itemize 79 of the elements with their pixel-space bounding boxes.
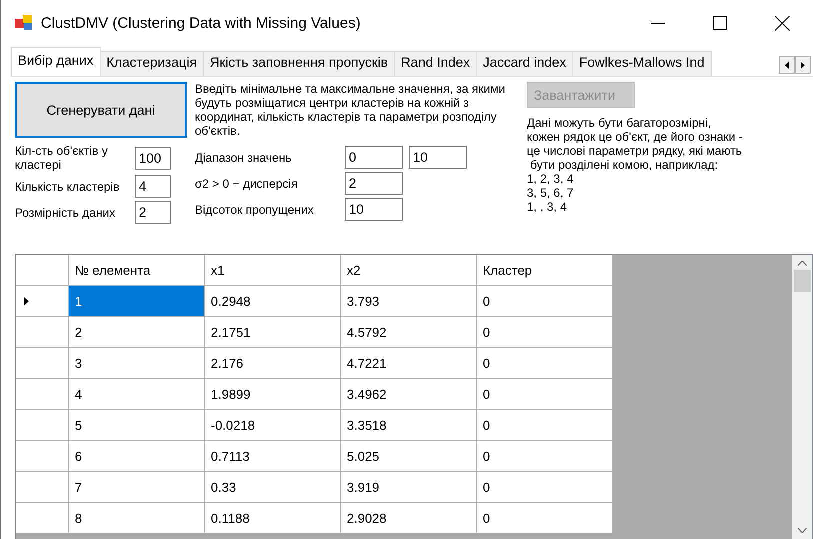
scroll-left-button[interactable] <box>779 56 795 74</box>
row-header[interactable] <box>16 441 69 472</box>
row-header[interactable] <box>16 286 69 317</box>
row-header[interactable] <box>16 503 69 534</box>
table-cell: 3.793 <box>341 286 477 317</box>
table-cell: 4.7221 <box>341 348 477 379</box>
table-cell: 0 <box>477 379 613 410</box>
table-cell: 2 <box>69 317 205 348</box>
tab[interactable]: Fowlkes-Mallows Ind <box>572 51 712 76</box>
corner-header <box>16 255 69 286</box>
field-label: Кіл-сть об'єктів у кластері <box>15 144 109 172</box>
instructions-text: Введіть мінімальне та максимальне значення, за якими будуть розміщатися центри кластерів на кожній з координат, кількість кластерів та параметри розподілу об'єктів. <box>195 82 506 138</box>
table-cell: 0 <box>477 410 613 441</box>
maximize-icon <box>713 16 727 30</box>
input-field[interactable]: 4 <box>135 175 171 198</box>
tab[interactable]: Вибір даних <box>11 47 101 76</box>
row-header[interactable] <box>16 472 69 503</box>
table-cell: 0.2948 <box>205 286 341 317</box>
close-icon <box>774 16 790 30</box>
column-header[interactable]: x2 <box>341 255 477 286</box>
field-label: σ2 > 0 − дисперсія <box>195 176 299 190</box>
row-header[interactable] <box>16 410 69 441</box>
row-pointer-icon <box>24 296 29 306</box>
input-field[interactable]: 100 <box>135 146 171 170</box>
table-cell: 1 <box>69 286 205 317</box>
table-cell: 8 <box>69 503 205 534</box>
table-cell: 0.33 <box>205 472 341 503</box>
column-header[interactable]: № елемента <box>69 255 205 286</box>
table-cell: 3.3518 <box>341 410 477 441</box>
field-label: Діапазон значень <box>195 150 293 164</box>
table-cell: 0 <box>477 286 613 317</box>
table-cell: 0 <box>477 317 613 348</box>
table-cell: -0.0218 <box>205 410 341 441</box>
vertical-scrollbar[interactable] <box>792 255 812 539</box>
table-cell: 5.025 <box>341 441 477 472</box>
table-cell: 0 <box>477 348 613 379</box>
input-field[interactable]: 10 <box>409 146 467 169</box>
tab[interactable]: Кластеризація <box>100 51 204 76</box>
scroll-right-button[interactable] <box>795 56 811 74</box>
table-cell: 3.919 <box>341 472 477 503</box>
table-cell: 2.9028 <box>341 503 477 534</box>
input-field[interactable]: 2 <box>345 172 403 195</box>
table-cell: 2.176 <box>205 348 341 379</box>
field-label: Відсоток пропущених <box>195 202 315 216</box>
tab[interactable]: Rand Index <box>394 51 478 76</box>
app-icon <box>15 15 33 31</box>
table-cell: 2.1751 <box>205 317 341 348</box>
table-cell: 3 <box>69 348 205 379</box>
table-cell: 4 <box>69 379 205 410</box>
table-cell: 3.4962 <box>341 379 477 410</box>
input-field[interactable]: 10 <box>345 198 403 221</box>
window-title: ClustDMV (Clustering Data with Missing Values) <box>41 14 362 32</box>
help-text: Дані можуть бути багаторозмірні, кожен рядок це об'єкт, де його ознаки - це числові параметри рядку, які мають бути розділені комою, наприклад: 1, 2, 3, 4 3, 5, 6, 7 1, , 3, 4 <box>527 116 743 214</box>
row-header[interactable] <box>16 379 69 410</box>
table-cell: 0 <box>477 472 613 503</box>
left-arrow-icon <box>785 62 789 68</box>
column-header[interactable]: x1 <box>205 255 341 286</box>
table-cell: 5 <box>69 410 205 441</box>
input-field[interactable]: 0 <box>345 146 403 169</box>
table-cell: 4.5792 <box>341 317 477 348</box>
tab[interactable]: Якість заповнення пропусків <box>203 51 396 76</box>
scroll-thumb[interactable] <box>794 270 810 292</box>
row-header[interactable] <box>16 317 69 348</box>
column-header[interactable]: Кластер <box>477 255 613 286</box>
row-header[interactable] <box>16 348 69 379</box>
table-cell: 0.7113 <box>205 441 341 472</box>
field-label: Кількість кластерів <box>15 180 121 194</box>
table-cell: 1.9899 <box>205 379 341 410</box>
table-cell: 6 <box>69 441 205 472</box>
table-cell: 0 <box>477 441 613 472</box>
field-label: Розмірність даних <box>15 206 116 220</box>
tab[interactable]: Jaccard index <box>476 51 574 76</box>
minimize-icon <box>651 22 665 24</box>
table-cell: 7 <box>69 472 205 503</box>
generate-button[interactable]: Сгенерувати дані <box>15 82 187 138</box>
right-arrow-icon <box>801 62 805 68</box>
table-cell: 0 <box>477 503 613 534</box>
table-cell: 0.1188 <box>205 503 341 534</box>
input-field[interactable]: 2 <box>135 201 171 224</box>
